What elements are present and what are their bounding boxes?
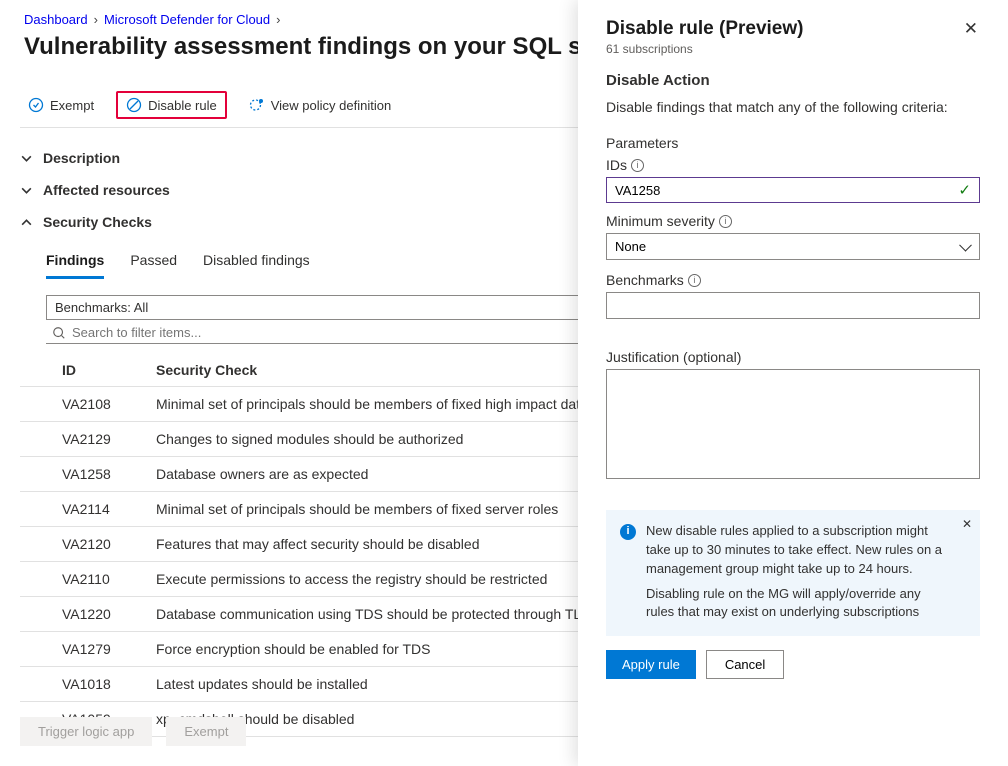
exempt-icon bbox=[28, 97, 44, 113]
tab-disabled-findings[interactable]: Disabled findings bbox=[203, 248, 310, 279]
panel-subtitle: 61 subscriptions bbox=[606, 42, 980, 56]
exempt-label: Exempt bbox=[50, 98, 94, 113]
justification-textarea[interactable] bbox=[606, 369, 980, 479]
cell-id: VA2129 bbox=[20, 422, 140, 457]
info-text: New disable rules applied to a subscript… bbox=[646, 522, 952, 579]
disable-rule-panel: Disable rule (Preview) ✕ 61 subscription… bbox=[578, 0, 1008, 766]
info-icon[interactable]: i bbox=[719, 215, 732, 228]
cell-id: VA1258 bbox=[20, 457, 140, 492]
apply-rule-button[interactable]: Apply rule bbox=[606, 650, 696, 679]
justification-label: Justification (optional) bbox=[606, 349, 980, 365]
benchmarks-label: Benchmarks i bbox=[606, 272, 980, 288]
cell-id: VA1279 bbox=[20, 632, 140, 667]
panel-description: Disable findings that match any of the f… bbox=[606, 99, 980, 115]
chevron-up-icon bbox=[20, 216, 33, 229]
close-icon[interactable]: ✕ bbox=[962, 516, 972, 533]
exempt-footer-button[interactable]: Exempt bbox=[166, 717, 246, 746]
view-policy-button[interactable]: View policy definition bbox=[241, 93, 399, 117]
cancel-button[interactable]: Cancel bbox=[706, 650, 784, 679]
exempt-button[interactable]: Exempt bbox=[20, 93, 102, 117]
info-icon[interactable]: i bbox=[688, 274, 701, 287]
panel-title: Disable rule (Preview) bbox=[606, 18, 803, 40]
search-icon bbox=[52, 326, 66, 340]
parameters-label: Parameters bbox=[606, 135, 980, 151]
cell-id: VA2120 bbox=[20, 527, 140, 562]
cell-id: VA1018 bbox=[20, 667, 140, 702]
min-severity-select[interactable]: None bbox=[606, 233, 980, 260]
breadcrumb-item[interactable]: Microsoft Defender for Cloud bbox=[104, 12, 270, 27]
info-icon[interactable]: i bbox=[631, 159, 644, 172]
cell-id: VA1220 bbox=[20, 597, 140, 632]
cell-id: VA2114 bbox=[20, 492, 140, 527]
panel-section-header: Disable Action bbox=[606, 72, 980, 89]
benchmarks-input[interactable] bbox=[606, 292, 980, 319]
chevron-down-icon bbox=[20, 184, 33, 197]
col-id[interactable]: ID bbox=[20, 354, 140, 387]
tab-findings[interactable]: Findings bbox=[46, 248, 104, 279]
chevron-right-icon: › bbox=[276, 12, 280, 27]
chevron-right-icon: › bbox=[94, 12, 98, 27]
policy-icon bbox=[249, 97, 265, 113]
info-banner: i New disable rules applied to a subscri… bbox=[606, 510, 980, 636]
breadcrumb-item[interactable]: Dashboard bbox=[24, 12, 88, 27]
chevron-down-icon bbox=[20, 152, 33, 165]
ids-input[interactable]: ✓ bbox=[606, 177, 980, 203]
cell-id: VA2108 bbox=[20, 387, 140, 422]
disable-rule-button[interactable]: Disable rule bbox=[118, 93, 225, 117]
ids-label: IDs i bbox=[606, 157, 980, 173]
view-policy-label: View policy definition bbox=[271, 98, 391, 113]
min-severity-label: Minimum severity i bbox=[606, 213, 980, 229]
disable-rule-label: Disable rule bbox=[148, 98, 217, 113]
cell-id: VA2110 bbox=[20, 562, 140, 597]
close-icon[interactable]: ✕ bbox=[962, 18, 980, 39]
disable-icon bbox=[126, 97, 142, 113]
info-icon: i bbox=[620, 524, 636, 540]
trigger-logic-app-button[interactable]: Trigger logic app bbox=[20, 717, 152, 746]
info-text: Disabling rule on the MG will apply/over… bbox=[646, 585, 952, 623]
check-icon: ✓ bbox=[958, 181, 971, 199]
tab-passed[interactable]: Passed bbox=[130, 248, 177, 279]
